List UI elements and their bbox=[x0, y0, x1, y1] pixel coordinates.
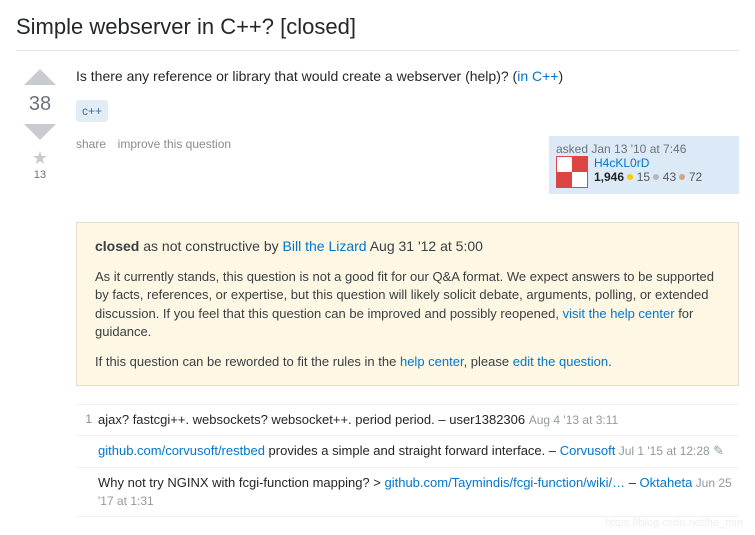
tag-list: c++ bbox=[76, 103, 739, 118]
avatar[interactable] bbox=[556, 156, 588, 188]
edit-question-link[interactable]: edit the question bbox=[513, 354, 608, 369]
user-card: asked Jan 13 '10 at 7:46 H4cKL0rD 1,946 … bbox=[549, 136, 739, 194]
asked-time: asked Jan 13 '10 at 7:46 bbox=[556, 142, 732, 156]
closed-by-user[interactable]: Bill the Lizard bbox=[283, 238, 367, 254]
comment: Why not try NGINX with fcgi-function map… bbox=[76, 468, 739, 517]
pencil-icon[interactable]: ✎ bbox=[713, 443, 724, 458]
share-link[interactable]: share bbox=[76, 137, 106, 151]
comment-score bbox=[78, 474, 98, 510]
question-title: Simple webserver in C++? [closed] bbox=[16, 0, 739, 51]
comment-user[interactable]: Oktaheta bbox=[640, 475, 693, 490]
comment-score bbox=[78, 442, 98, 460]
question-body: Is there any reference or library that w… bbox=[76, 67, 739, 87]
vote-cell: 38 ★ 13 bbox=[16, 67, 64, 517]
upvote-icon[interactable] bbox=[24, 69, 56, 85]
comment-link[interactable]: github.com/Taymindis/fcgi-function/wiki/… bbox=[384, 475, 625, 490]
vote-score: 38 bbox=[16, 87, 64, 122]
comment-meta: Aug 4 '13 at 3:11 bbox=[529, 413, 618, 427]
improve-link[interactable]: improve this question bbox=[118, 137, 231, 151]
comment-list: 1 ajax? fastcgi++. websockets? websocket… bbox=[76, 404, 739, 517]
comment-user[interactable]: Corvusoft bbox=[560, 443, 616, 458]
post-actions: share improve this question bbox=[76, 136, 239, 151]
help-center-link[interactable]: visit the help center bbox=[563, 306, 675, 321]
watermark: https://blog.csdn.net/he_min bbox=[605, 517, 743, 529]
downvote-icon[interactable] bbox=[24, 124, 56, 140]
comment: 1 ajax? fastcgi++. websockets? websocket… bbox=[76, 405, 739, 436]
comment-meta: Jul 1 '15 at 12:28 bbox=[615, 444, 713, 458]
comment-score: 1 bbox=[78, 411, 98, 429]
user-reputation: 1,946 15 43 72 bbox=[594, 170, 702, 184]
silver-badge-icon bbox=[653, 174, 659, 180]
user-link[interactable]: H4cKL0rD bbox=[594, 156, 649, 170]
closed-notice: closed as not constructive by Bill the L… bbox=[76, 222, 739, 387]
comment-link[interactable]: github.com/corvusoft/restbed bbox=[98, 443, 265, 458]
favorite-star-icon[interactable]: ★ bbox=[16, 148, 64, 169]
bronze-badge-icon bbox=[679, 174, 685, 180]
body-link[interactable]: in C++ bbox=[517, 68, 558, 84]
gold-badge-icon bbox=[627, 174, 633, 180]
tag-cpp[interactable]: c++ bbox=[76, 100, 108, 122]
favorite-count: 13 bbox=[16, 169, 64, 181]
help-center-link-2[interactable]: help center bbox=[400, 354, 464, 369]
comment: github.com/corvusoft/restbed provides a … bbox=[76, 436, 739, 467]
